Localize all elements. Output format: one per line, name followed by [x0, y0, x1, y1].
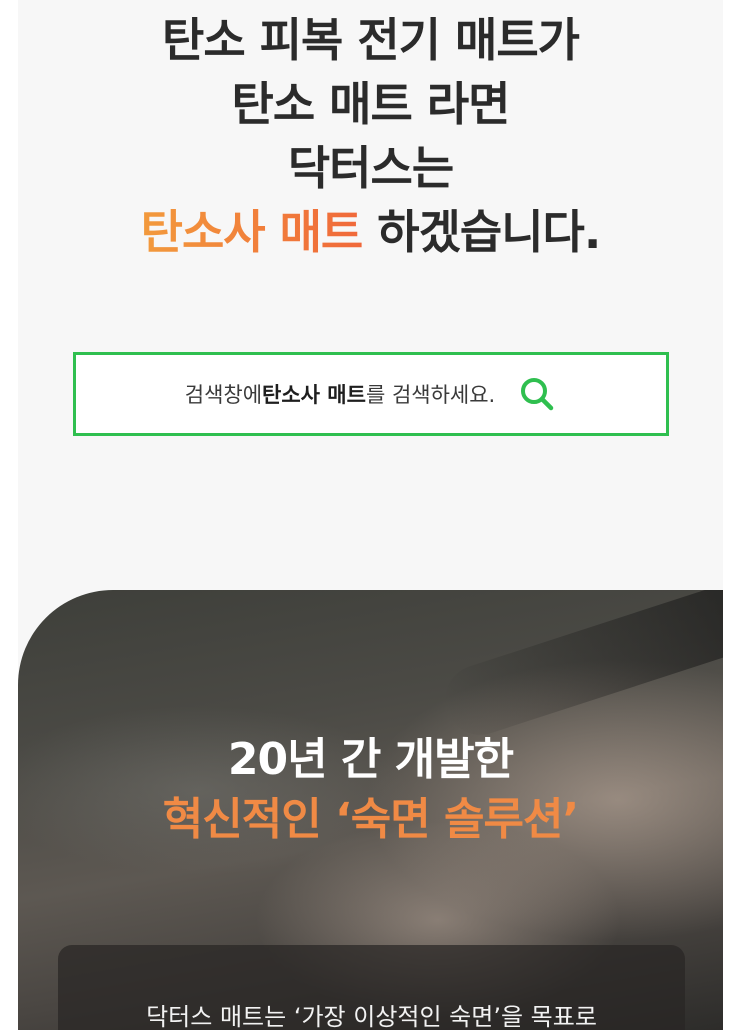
hero-title-line-1: 20년 간 개발한: [227, 734, 514, 785]
search-prompt-suffix: 를 검색하세요.: [365, 383, 496, 407]
search-icon[interactable]: [517, 374, 557, 414]
headline-line-4: 탄소사 매트 하겠습니다.: [18, 200, 723, 264]
search-prompt-keyword: 탄소사 매트: [262, 383, 366, 407]
hero-background-image: [435, 590, 723, 744]
headline-line-3: 닥터스는: [287, 141, 454, 195]
headline-line-4-rest: 하겠습니다.: [362, 205, 601, 259]
headline-line-2: 탄소 매트 라면: [231, 77, 511, 131]
hero-info-card: 닥터스 매트는 ‘가장 이상적인 숙면’을 목표로: [58, 945, 685, 1030]
headline-line-1: 탄소 피복 전기 매트가: [162, 13, 580, 67]
search-prompt-prefix: 검색창에: [184, 383, 263, 407]
hero-title-line-2: 혁신적인 ‘숙면 솔루션’: [162, 794, 579, 845]
hero-banner: 20년 간 개발한 혁신적인 ‘숙면 솔루션’ 닥터스 매트는 ‘가장 이상적인…: [18, 590, 723, 1030]
search-prompt-box[interactable]: 검색창에 탄소사 매트 를 검색하세요.: [73, 352, 669, 436]
headline-accent-text: 탄소사 매트: [140, 205, 364, 259]
hero-title: 20년 간 개발한 혁신적인 ‘숙면 솔루션’: [18, 730, 723, 850]
headline: 탄소 피복 전기 매트가 탄소 매트 라면 닥터스는 탄소사 매트 하겠습니다.: [18, 8, 723, 264]
page-container: 탄소 피복 전기 매트가 탄소 매트 라면 닥터스는 탄소사 매트 하겠습니다.…: [18, 0, 723, 1030]
hero-card-text: 닥터스 매트는 ‘가장 이상적인 숙면’을 목표로: [146, 1003, 597, 1030]
